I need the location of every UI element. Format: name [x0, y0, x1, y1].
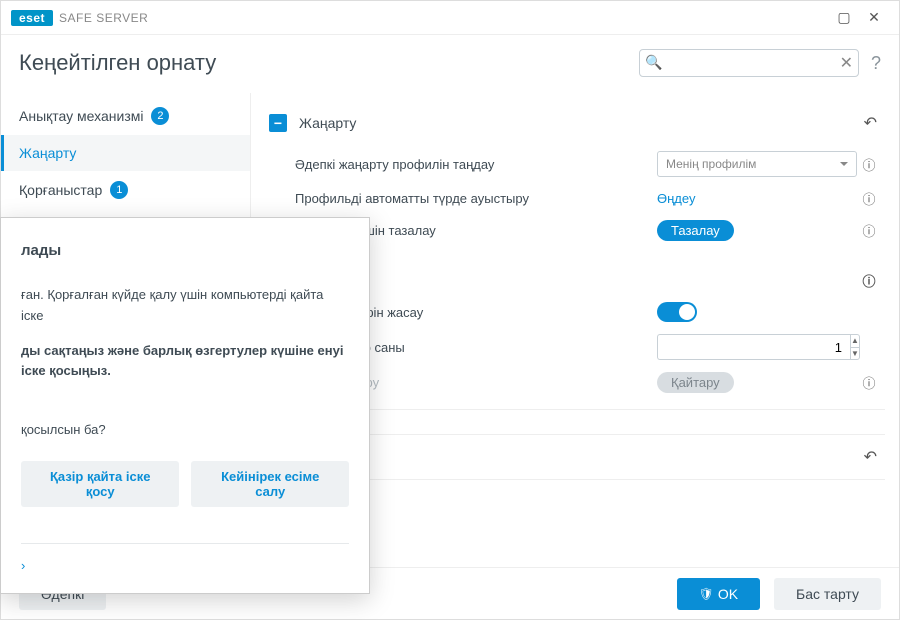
info-icon[interactable]: [857, 189, 881, 208]
app-window: eset SAFE SERVER ▢ ✕ Кеңейтілген орнату …: [0, 0, 900, 620]
collapse-toggle-icon[interactable]: −: [269, 114, 287, 132]
restart-now-button[interactable]: Қазір қайта іске қосу: [21, 461, 179, 507]
clear-search-icon[interactable]: ✕: [840, 53, 853, 73]
titlebar: eset SAFE SERVER ▢ ✕: [1, 1, 899, 35]
row-auto-switch: Профильді автоматты түрде ауыстыру Өңдеу: [265, 183, 885, 214]
sidebar-item-protections[interactable]: Қорғаныстар 1: [1, 171, 250, 209]
page-title: Кеңейтілген орнату: [19, 50, 216, 76]
dialog-paragraph-1: ған. Қорғалған күйде қалу үшін компьютер…: [21, 285, 349, 327]
row-label: Әдепкі жаңарту профилін таңдау: [295, 157, 657, 172]
sidebar-item-update[interactable]: Жаңарту: [1, 135, 250, 171]
row-default-profile: Әдепкі жаңарту профилін таңдау Менің про…: [265, 145, 885, 183]
clear-cache-button[interactable]: Тазалау: [657, 220, 734, 241]
dialog-paragraph-2: ды сақтаңыз және барлық өзгертулер күшін…: [21, 341, 349, 383]
profile-select[interactable]: Менің профилім: [657, 151, 857, 177]
remind-later-button[interactable]: Кейінірек есіме салу: [191, 461, 349, 507]
undo-icon[interactable]: [860, 109, 881, 137]
dialog-footer-link[interactable]: ›: [21, 543, 349, 573]
window-close-button[interactable]: ✕: [859, 3, 889, 33]
ok-button-label: OK: [718, 586, 738, 602]
snapshot-toggle[interactable]: [657, 302, 697, 322]
search-wrap: 🔍 ✕: [639, 49, 859, 77]
brand-logo: eset: [11, 10, 53, 26]
snapshot-count-spinner[interactable]: ▲ ▼: [657, 334, 857, 360]
dialog-heading: лады: [21, 242, 349, 259]
product-name: SAFE SERVER: [59, 11, 148, 25]
select-value: Менің профилім: [666, 157, 756, 171]
info-icon[interactable]: [857, 155, 881, 174]
restart-dialog: лады ған. Қорғалған күйде қалу үшін комп…: [0, 217, 370, 594]
search-icon: 🔍: [645, 54, 662, 71]
cancel-button[interactable]: Бас тарту: [774, 578, 881, 610]
page-header: Кеңейтілген орнату 🔍 ✕ ?: [1, 35, 899, 93]
section-title: Жаңарту: [299, 115, 860, 131]
spinner-up-icon[interactable]: ▲: [851, 335, 859, 348]
restore-button: Қайтару: [657, 372, 734, 393]
sidebar-badge: 2: [151, 107, 169, 125]
edit-link[interactable]: Өңдеу: [657, 191, 695, 206]
info-icon[interactable]: [857, 271, 881, 290]
snapshot-count-input[interactable]: [657, 334, 850, 360]
search-input[interactable]: [639, 49, 859, 77]
undo-icon[interactable]: [860, 443, 881, 471]
section-header: − Жаңарту: [265, 101, 885, 145]
sidebar-item-label: Жаңарту: [19, 145, 76, 161]
sidebar-item-label: Қорғаныстар: [19, 182, 102, 198]
info-icon[interactable]: [857, 221, 881, 240]
spinner-down-icon[interactable]: ▼: [851, 348, 859, 360]
sidebar-item-label: Анықтау механизмі: [19, 108, 143, 124]
row-label: Профильді автоматты түрде ауыстыру: [295, 191, 657, 206]
dialog-question: қосылсын ба?: [21, 420, 349, 441]
sidebar-badge: 1: [110, 181, 128, 199]
help-icon[interactable]: ?: [871, 53, 881, 74]
dialog-actions: Қазір қайта іске қосу Кейінірек есіме са…: [21, 461, 349, 507]
sidebar-item-detection[interactable]: Анықтау механизмі 2: [1, 97, 250, 135]
body: Анықтау механизмі 2 Жаңарту Қорғаныстар …: [1, 93, 899, 567]
shield-icon: 🛡: [699, 587, 714, 601]
ok-button[interactable]: 🛡 OK: [677, 578, 760, 610]
spinner-buttons: ▲ ▼: [850, 334, 860, 360]
info-icon[interactable]: [857, 373, 881, 392]
window-maximize-button[interactable]: ▢: [829, 3, 859, 33]
